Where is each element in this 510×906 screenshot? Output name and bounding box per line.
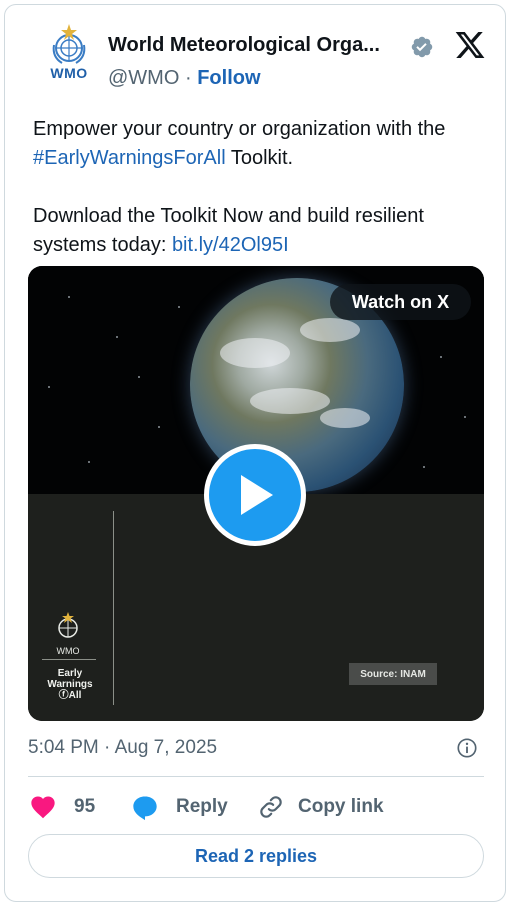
toolkit-link[interactable]: bit.ly/42Ol95I: [172, 234, 289, 256]
play-icon: [241, 475, 273, 515]
wmo-small-label: WMO: [56, 646, 80, 656]
tweet-line-3: Download the Toolkit Now and build resil…: [33, 202, 493, 260]
early-warnings-logo: Early Warnings ⓕAll: [42, 668, 98, 701]
wmo-small-emblem-icon: [58, 612, 78, 638]
verified-badge-icon: [411, 36, 433, 58]
reply-button[interactable]: Reply: [130, 790, 228, 824]
play-button[interactable]: [204, 444, 306, 546]
info-icon[interactable]: [456, 737, 478, 759]
x-logo-icon[interactable]: [453, 29, 487, 61]
link-icon: [260, 796, 282, 818]
wmo-emblem-icon: [52, 24, 86, 64]
watch-on-x-button[interactable]: Watch on X: [330, 284, 471, 320]
reply-bubble-icon: [133, 796, 157, 821]
ew-line-2: Warnings: [47, 679, 93, 690]
video-player[interactable]: Watch on X WMO Early Warnings ⓕAll Sourc…: [28, 266, 484, 721]
avatar-label: WMO: [50, 65, 88, 81]
author-name[interactable]: World Meteorological Orga...: [108, 34, 380, 57]
tweet-line-2-tail: Toolkit.: [225, 147, 294, 169]
hashtag-link[interactable]: #EarlyWarningsForAll: [33, 147, 226, 169]
tweet-line-1: Empower your country or organization wit…: [33, 118, 446, 140]
author-handle-row: @WMO · Follow: [108, 67, 261, 90]
tweet-text: Empower your country or organization wit…: [33, 115, 493, 260]
ew-line-3: ⓕAll: [58, 690, 82, 701]
like-button[interactable]: 95: [28, 790, 95, 824]
logo-divider: [42, 659, 96, 660]
copy-link-label: Copy link: [298, 796, 384, 817]
source-label: Source: INAM: [349, 663, 437, 685]
like-count: 95: [74, 796, 96, 817]
vertical-divider: [113, 511, 114, 705]
copy-link-button[interactable]: Copy link: [258, 790, 384, 824]
handle-separator: ·: [184, 67, 192, 89]
read-replies-button[interactable]: Read 2 replies: [28, 834, 484, 878]
divider: [28, 776, 484, 777]
heart-icon: [31, 796, 55, 819]
follow-button[interactable]: Follow: [197, 67, 260, 89]
tweet-line-2: #EarlyWarningsForAll Toolkit.: [33, 144, 493, 173]
reply-label: Reply: [176, 796, 228, 817]
wmo-logo-small: WMO: [42, 611, 94, 656]
ew-line-1: Early: [57, 668, 83, 679]
wmo-avatar[interactable]: WMO: [37, 23, 101, 93]
author-handle[interactable]: @WMO: [108, 67, 179, 89]
action-bar: 95 Reply Copy link: [28, 790, 484, 824]
tweet-timestamp[interactable]: 5:04 PM · Aug 7, 2025: [28, 737, 217, 759]
